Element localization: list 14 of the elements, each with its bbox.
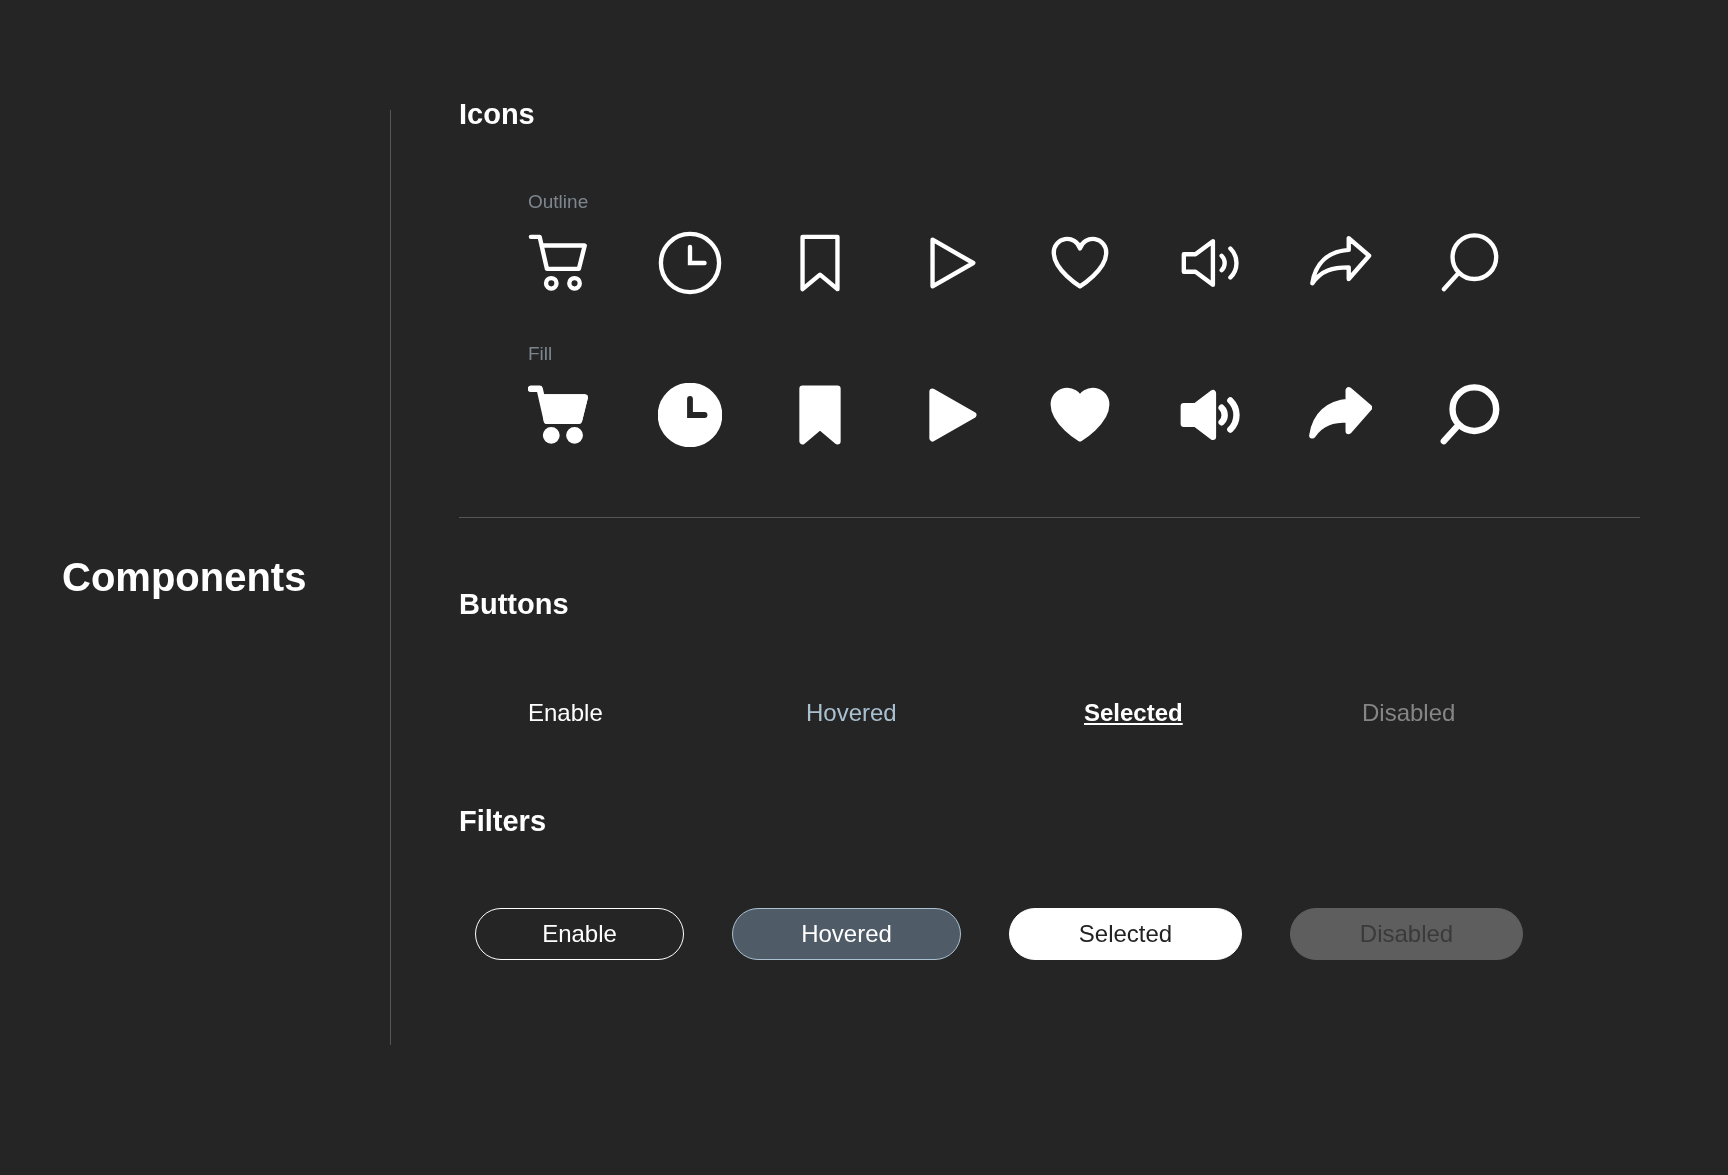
clock-icon xyxy=(658,231,722,295)
icon-set-label: Outline xyxy=(528,191,590,213)
text-button[interactable]: Enable xyxy=(528,699,806,727)
filter-chip[interactable]: Selected xyxy=(1009,908,1242,960)
section-heading: Buttons xyxy=(459,588,570,621)
section-heading: Icons xyxy=(459,98,536,131)
page-title: Components xyxy=(62,555,307,600)
search-icon xyxy=(1438,383,1502,447)
text-button[interactable]: Selected xyxy=(1084,699,1362,727)
clock-icon xyxy=(658,383,722,447)
section-heading: Filters xyxy=(459,805,548,838)
icon-set-label: Fill xyxy=(528,343,554,365)
filter-chip[interactable]: Hovered xyxy=(732,908,961,960)
text-button[interactable]: Hovered xyxy=(806,699,1084,727)
